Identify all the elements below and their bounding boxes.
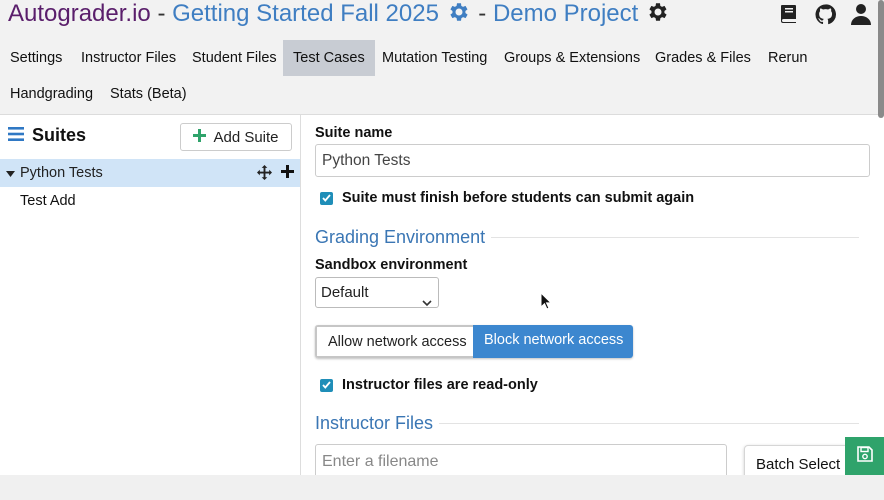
page-header: Autograder.io - Getting Started Fall 202… — [0, 0, 884, 40]
add-suite-label: Add Suite — [213, 128, 279, 146]
suite-settings-panel: Suite name Python Tests Suite must finis… — [301, 115, 884, 475]
gear-icon[interactable] — [646, 0, 670, 31]
divider — [491, 237, 859, 238]
tab-groups-extensions[interactable]: Groups & Extensions — [494, 40, 650, 76]
tab-instructor-files[interactable]: Instructor Files — [71, 40, 186, 76]
mouse-cursor-icon — [540, 291, 553, 315]
block-network-button[interactable]: Block network access — [473, 325, 633, 358]
save-icon — [856, 445, 874, 468]
test-case-item[interactable]: Test Add — [20, 193, 76, 209]
user-icon[interactable] — [850, 2, 872, 26]
suites-title: Suites — [32, 125, 87, 145]
suite-row[interactable]: Python Tests — [0, 159, 300, 187]
tab-student-files[interactable]: Student Files — [182, 40, 287, 76]
add-suite-button[interactable]: Add Suite — [180, 123, 292, 151]
chevron-down-icon — [422, 288, 432, 317]
sandbox-selected-value: Default — [321, 284, 369, 301]
tab-handgrading[interactable]: Handgrading — [0, 76, 103, 112]
suite-name: Python Tests — [20, 165, 103, 181]
tab-grades-files[interactable]: Grades & Files — [645, 40, 761, 76]
project-tabs: Settings Instructor Files Student Files … — [0, 40, 884, 115]
plus-icon — [193, 128, 207, 146]
instructor-files-title: Instructor Files — [315, 413, 434, 433]
instructor-readonly-checkbox-row[interactable]: Instructor files are read-only — [320, 377, 538, 393]
allow-network-button[interactable]: Allow network access — [315, 325, 473, 358]
finish-before-submit-label: Suite must finish before students can su… — [342, 190, 695, 206]
breadcrumb-separator: - — [471, 0, 493, 27]
grading-environment-heading: Grading Environment — [315, 227, 859, 248]
tab-mutation-testing[interactable]: Mutation Testing — [372, 40, 497, 76]
course-link[interactable]: Getting Started Fall 2025 — [172, 0, 439, 27]
filename-input[interactable]: Enter a filename — [315, 444, 727, 475]
add-test-icon[interactable] — [281, 165, 294, 184]
instructor-files-heading: Instructor Files — [315, 413, 859, 434]
suites-heading: Suites — [8, 125, 86, 146]
book-icon[interactable] — [778, 2, 800, 26]
sandbox-environment-label: Sandbox environment — [315, 257, 468, 273]
gear-icon[interactable] — [447, 0, 471, 31]
breadcrumb: Autograder.io - Getting Started Fall 202… — [8, 0, 671, 30]
caret-down-icon[interactable] — [6, 165, 15, 181]
instructor-readonly-label: Instructor files are read-only — [342, 377, 538, 393]
finish-before-submit-checkbox-row[interactable]: Suite must finish before students can su… — [320, 190, 694, 206]
tab-test-cases[interactable]: Test Cases — [283, 40, 375, 76]
tab-stats[interactable]: Stats (Beta) — [100, 76, 197, 112]
brand-link[interactable]: Autograder.io — [8, 0, 151, 27]
suite-name-label: Suite name — [315, 125, 393, 141]
move-icon[interactable] — [257, 165, 272, 184]
network-access-toggle: Allow network access Block network acces… — [315, 325, 633, 358]
sandbox-environment-select[interactable]: Default — [315, 277, 439, 308]
suite-name-input[interactable]: Python Tests — [315, 144, 870, 177]
checkbox-checked-icon[interactable] — [320, 191, 333, 205]
github-icon[interactable] — [814, 2, 836, 26]
tab-rerun[interactable]: Rerun — [758, 40, 818, 76]
header-icon-group — [778, 2, 872, 26]
tab-settings[interactable]: Settings — [0, 40, 72, 76]
window-scrollbar[interactable] — [878, 0, 884, 118]
suites-sidebar: Suites Add Suite Python Tests Test Add — [0, 115, 301, 475]
checkbox-checked-icon[interactable] — [320, 378, 333, 392]
save-button[interactable] — [845, 437, 884, 475]
app-window: Autograder.io - Getting Started Fall 202… — [0, 0, 884, 475]
grading-environment-title: Grading Environment — [315, 227, 486, 247]
breadcrumb-separator: - — [150, 0, 173, 27]
divider — [439, 423, 859, 424]
project-link[interactable]: Demo Project — [493, 0, 638, 27]
menu-icon[interactable] — [8, 125, 24, 146]
